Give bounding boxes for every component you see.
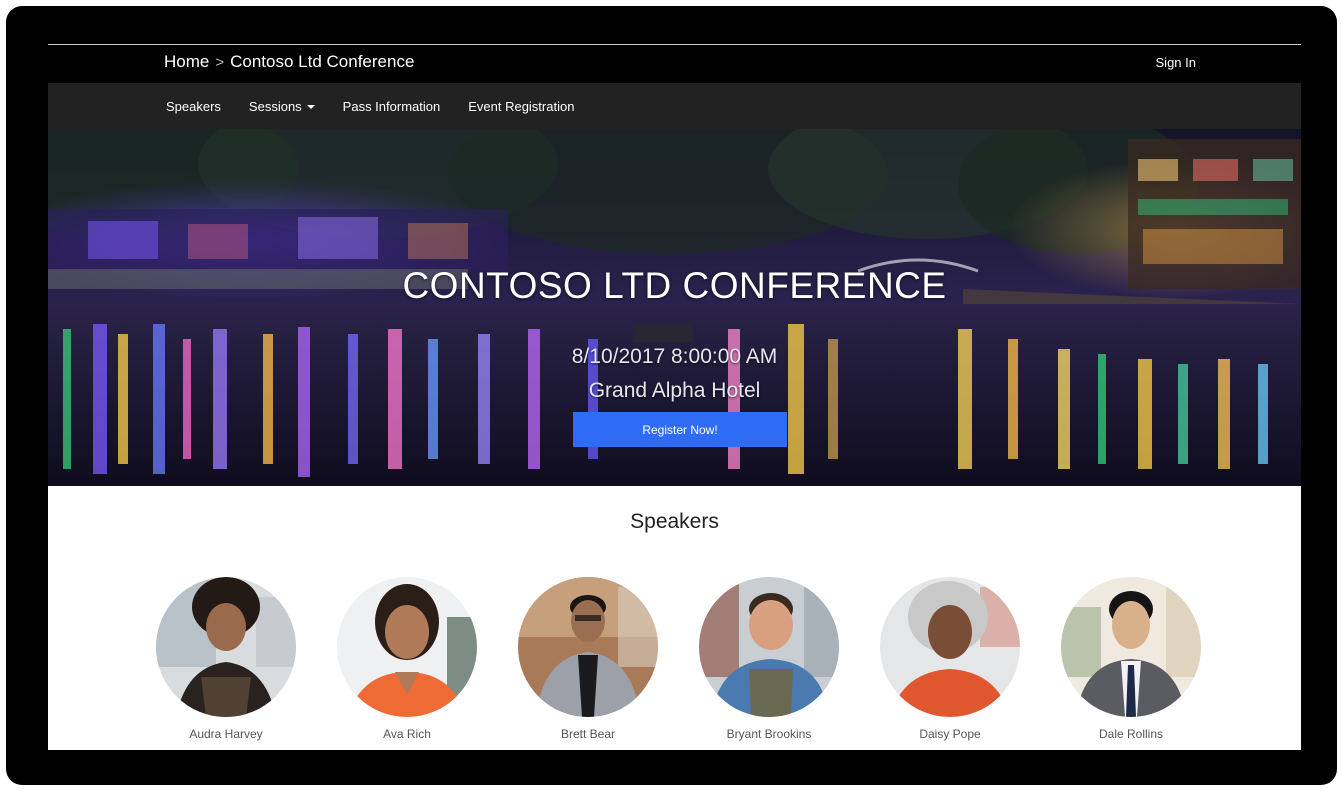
nav-speakers-label: Speakers (166, 98, 221, 114)
event-date: 8/10/2017 8:00:00 AM (571, 345, 778, 368)
top-bar: Home > Contoso Ltd Conference Sign In (48, 45, 1301, 83)
speaker-card[interactable]: Bryant Brookins (689, 577, 849, 741)
speaker-avatar (1061, 577, 1201, 717)
nav-pass-information-label: Pass Information (342, 98, 441, 114)
speaker-card[interactable]: Audra Harvey (146, 577, 306, 741)
speaker-card[interactable]: Daisy Pope (870, 577, 1030, 741)
speaker-avatar (880, 577, 1020, 717)
speaker-avatar (156, 577, 296, 717)
speaker-card[interactable]: Ava Rich (327, 577, 487, 741)
breadcrumb: Home > Contoso Ltd Conference (164, 52, 414, 72)
speaker-name: Bryant Brookins (726, 727, 812, 741)
breadcrumb-separator: > (215, 53, 225, 71)
hero-title: CONTOSO LTD CONFERENCE (402, 265, 947, 306)
speaker-avatar (518, 577, 658, 717)
sign-in-link[interactable]: Sign In (1156, 55, 1196, 70)
caret-down-icon (306, 104, 315, 109)
nav-speakers[interactable]: Speakers (166, 99, 221, 114)
breadcrumb-home-link[interactable]: Home (164, 52, 209, 72)
register-now-button[interactable]: Register Now! (573, 412, 787, 447)
event-venue: Grand Alpha Hotel (588, 379, 761, 402)
speaker-avatar (337, 577, 477, 717)
browser-screen: Home > Contoso Ltd Conference Sign In Sp… (48, 44, 1301, 750)
speakers-section: Speakers Audra Harvey Ava Rich Brett Bea… (48, 486, 1301, 750)
nav-sessions-dropdown[interactable]: Sessions (249, 99, 315, 114)
speaker-name: Daisy Pope (919, 727, 981, 741)
speaker-name: Brett Bear (560, 727, 616, 741)
nav-event-registration[interactable]: Event Registration (468, 99, 574, 114)
speaker-card[interactable]: Dale Rollins (1051, 577, 1211, 741)
nav-sessions-label: Sessions (248, 98, 302, 114)
speaker-name: Dale Rollins (1098, 727, 1164, 741)
speaker-name: Ava Rich (383, 727, 431, 741)
speaker-avatar (699, 577, 839, 717)
nav-pass-information[interactable]: Pass Information (343, 99, 441, 114)
breadcrumb-current[interactable]: Contoso Ltd Conference (230, 52, 414, 72)
nav-event-registration-label: Event Registration (468, 98, 575, 114)
main-nav: Speakers Sessions Pass Information Event… (48, 83, 1301, 129)
hero-banner: CONTOSO LTD CONFERENCE 8/10/2017 8:00:00… (48, 129, 1301, 486)
speaker-name: Audra Harvey (189, 727, 263, 741)
speaker-card[interactable]: Brett Bear (508, 577, 668, 741)
speakers-heading: Speakers (630, 510, 719, 533)
